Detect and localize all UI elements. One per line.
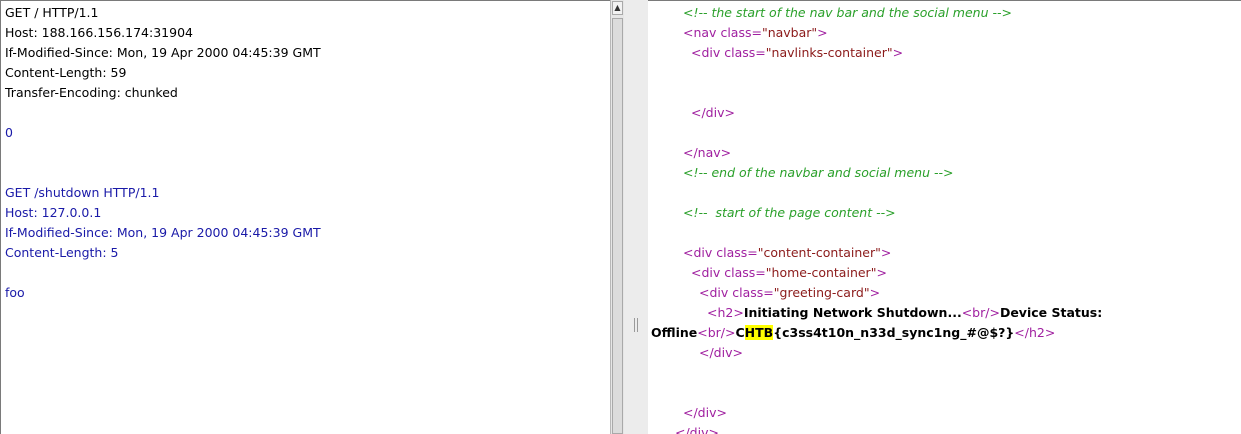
- request-editor[interactable]: GET / HTTP/1.1 Host: 188.166.156.174:319…: [0, 0, 610, 434]
- response-line: <h2>Initiating Network Shutdown...<br/>D…: [651, 303, 1102, 323]
- response-line-empty: [651, 223, 1102, 243]
- response-line-empty: [651, 183, 1102, 203]
- request-line: Transfer-Encoding: chunked: [5, 85, 178, 100]
- heading-text: Initiating Network Shutdown...: [743, 305, 962, 320]
- search-highlight: HTB: [744, 325, 774, 340]
- html-tag: <h2>: [707, 305, 744, 320]
- html-tag: >: [880, 245, 892, 260]
- html-tag: <nav: [683, 25, 717, 40]
- flag-text: {c3ss4t10n_n33d_sync1ng_#@$?}: [773, 325, 1015, 340]
- html-tag: </div>: [683, 405, 727, 420]
- scroll-thumb[interactable]: [612, 18, 623, 434]
- html-tag: <div: [691, 265, 721, 280]
- request-line: foo: [5, 285, 25, 300]
- html-attr-name: class=: [720, 45, 766, 60]
- html-attr-value: "navlinks-container": [765, 45, 893, 60]
- html-tag: >: [876, 265, 887, 280]
- response-line: </div>: [651, 343, 1102, 363]
- request-line: [5, 143, 321, 163]
- html-tag: >: [892, 45, 904, 60]
- response-text[interactable]: <!-- the start of the nav bar and the so…: [651, 3, 1102, 434]
- heading-text: Offline: [651, 325, 698, 340]
- html-tag: >: [817, 25, 828, 40]
- response-viewer[interactable]: <!-- the start of the nav bar and the so…: [648, 0, 1241, 434]
- pane-splitter[interactable]: [624, 0, 648, 434]
- response-line-empty: [651, 363, 1102, 383]
- html-tag: <div: [699, 285, 729, 300]
- response-line: <div class="navlinks-container">: [651, 43, 1102, 63]
- scroll-up-arrow-icon[interactable]: ▲: [612, 1, 623, 15]
- response-line: </div>: [651, 403, 1102, 423]
- html-tag: </div>: [691, 105, 735, 120]
- html-attr-value: "home-container": [765, 265, 877, 280]
- request-line: GET /shutdown HTTP/1.1: [5, 185, 160, 200]
- request-line: Host: 188.166.156.174:31904: [5, 25, 193, 40]
- response-line-empty: [651, 63, 1102, 83]
- html-attr-value: "greeting-card": [773, 285, 870, 300]
- html-tag: </div>: [675, 425, 719, 434]
- html-comment: <!-- the start of the nav bar and the so…: [683, 5, 1012, 20]
- html-tag: >: [869, 285, 881, 300]
- response-line: <div class="content-container">: [651, 243, 1102, 263]
- html-attr-name: class=: [720, 265, 766, 280]
- response-line: <!-- the start of the nav bar and the so…: [651, 3, 1102, 23]
- heading-text: Device Status:: [999, 305, 1103, 320]
- html-attr-value: "content-container": [757, 245, 881, 260]
- response-line-empty: [651, 383, 1102, 403]
- request-line: GET / HTTP/1.1: [5, 5, 99, 20]
- response-line-empty: [651, 83, 1102, 103]
- response-line: </div>: [651, 423, 1102, 434]
- request-line: [5, 163, 321, 183]
- request-line: Content-Length: 59: [5, 65, 127, 80]
- request-line: 0: [5, 125, 13, 140]
- html-comment: <!-- start of the page content -->: [683, 205, 896, 220]
- response-line: Offline<br/>CHTB{c3ss4t10n_n33d_sync1ng_…: [651, 323, 1102, 343]
- response-line: <!-- end of the navbar and social menu -…: [651, 163, 1102, 183]
- response-line: </nav>: [651, 143, 1102, 163]
- request-line: [5, 263, 321, 283]
- request-line: If-Modified-Since: Mon, 19 Apr 2000 04:4…: [5, 45, 321, 60]
- html-attr-name: class=: [716, 25, 762, 40]
- html-tag: <div: [691, 45, 721, 60]
- splitter-grip-icon[interactable]: [634, 318, 638, 332]
- request-line: If-Modified-Since: Mon, 19 Apr 2000 04:4…: [5, 225, 321, 240]
- response-line: <div class="greeting-card">: [651, 283, 1102, 303]
- request-line: Host: 127.0.0.1: [5, 205, 102, 220]
- response-line: <div class="home-container">: [651, 263, 1102, 283]
- html-attr-name: class=: [712, 245, 758, 260]
- html-comment: <!-- end of the navbar and social menu -…: [683, 165, 954, 180]
- html-tag: <br/>: [961, 305, 1000, 320]
- flag-prefix: C: [735, 325, 745, 340]
- html-tag: </nav>: [683, 145, 732, 160]
- response-line: <nav class="navbar">: [651, 23, 1102, 43]
- request-text[interactable]: GET / HTTP/1.1 Host: 188.166.156.174:319…: [5, 3, 321, 303]
- html-tag: </h2>: [1014, 325, 1056, 340]
- response-line-empty: [651, 123, 1102, 143]
- response-line: <!-- start of the page content -->: [651, 203, 1102, 223]
- request-scrollbar[interactable]: ▲: [610, 0, 624, 434]
- response-line: </div>: [651, 103, 1102, 123]
- html-tag: <br/>: [697, 325, 736, 340]
- html-attr-value: "navbar": [761, 25, 818, 40]
- request-line: [5, 103, 321, 123]
- html-tag: <div: [683, 245, 713, 260]
- request-line: Content-Length: 5: [5, 245, 119, 260]
- html-tag: </div>: [699, 345, 743, 360]
- html-attr-name: class=: [728, 285, 774, 300]
